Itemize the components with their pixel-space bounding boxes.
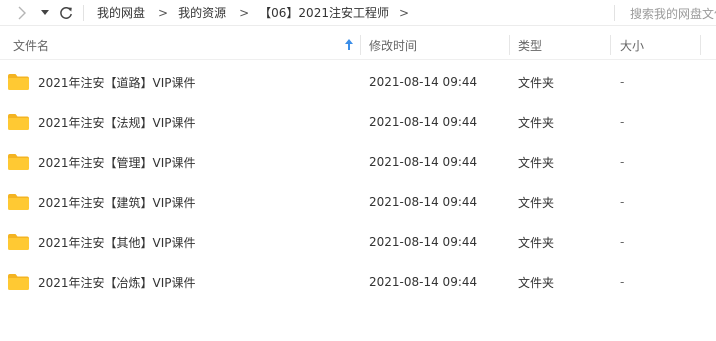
refresh-button[interactable] xyxy=(56,0,76,25)
file-list: 2021年注安【道路】VIP课件 2021-08-14 09:44 文件夹 - … xyxy=(0,62,716,302)
toolbar: 我的网盘 > 我的资源 > 【06】2021注安工程师 > 搜索我的网盘文件 xyxy=(0,0,716,26)
breadcrumb-separator[interactable]: > xyxy=(399,6,409,20)
file-type: 文件夹 xyxy=(518,235,555,250)
breadcrumb: 我的网盘 > 我的资源 > 【06】2021注安工程师 > xyxy=(97,0,419,25)
file-row[interactable]: 2021年注安【冶炼】VIP课件 2021-08-14 09:44 文件夹 - xyxy=(0,262,716,302)
file-type: 文件夹 xyxy=(518,75,555,90)
file-size: - xyxy=(620,115,625,129)
column-header-type-label: 类型 xyxy=(518,38,543,53)
file-list-header: 文件名 修改时间 类型 大小 xyxy=(0,30,716,60)
folder-icon xyxy=(8,274,29,290)
breadcrumb-item-my-drive[interactable]: 我的网盘 xyxy=(97,4,145,21)
file-row[interactable]: 2021年注安【建筑】VIP课件 2021-08-14 09:44 文件夹 - xyxy=(0,182,716,222)
search-input[interactable]: 搜索我的网盘文件 xyxy=(630,3,716,23)
file-name: 2021年注安【法规】VIP课件 xyxy=(38,115,196,130)
file-row[interactable]: 2021年注安【其他】VIP课件 2021-08-14 09:44 文件夹 - xyxy=(0,222,716,262)
column-header-size[interactable]: 大小 xyxy=(620,30,644,60)
history-dropdown-button[interactable] xyxy=(38,0,52,25)
column-divider[interactable] xyxy=(360,35,361,55)
file-modified: 2021-08-14 09:44 xyxy=(369,155,478,169)
file-name: 2021年注安【道路】VIP课件 xyxy=(38,75,196,90)
column-header-size-label: 大小 xyxy=(620,38,645,53)
file-size: - xyxy=(620,155,625,169)
file-name: 2021年注安【冶炼】VIP课件 xyxy=(38,275,196,290)
column-header-type[interactable]: 类型 xyxy=(518,30,542,60)
search-divider xyxy=(614,5,615,21)
column-divider[interactable] xyxy=(610,35,611,55)
file-size: - xyxy=(620,275,625,289)
toolbar-divider xyxy=(83,5,84,21)
chevron-right-icon xyxy=(18,6,26,19)
forward-button[interactable] xyxy=(13,0,31,25)
breadcrumb-separator: > xyxy=(158,5,169,20)
folder-icon xyxy=(8,74,29,90)
file-name: 2021年注安【其他】VIP课件 xyxy=(38,235,196,250)
column-divider[interactable] xyxy=(700,35,701,55)
column-header-name-label: 文件名 xyxy=(13,38,50,53)
folder-icon xyxy=(8,114,29,130)
file-size: - xyxy=(620,235,625,249)
file-modified: 2021-08-14 09:44 xyxy=(369,275,478,289)
breadcrumb-item-my-resources[interactable]: 我的资源 xyxy=(178,4,226,21)
file-row[interactable]: 2021年注安【管理】VIP课件 2021-08-14 09:44 文件夹 - xyxy=(0,142,716,182)
file-modified: 2021-08-14 09:44 xyxy=(369,115,478,129)
breadcrumb-item-current-folder[interactable]: 【06】2021注安工程师 xyxy=(259,4,389,21)
file-name: 2021年注安【建筑】VIP课件 xyxy=(38,195,196,210)
file-modified: 2021-08-14 09:44 xyxy=(369,235,478,249)
folder-icon xyxy=(8,154,29,170)
file-type: 文件夹 xyxy=(518,275,555,290)
column-header-modified-label: 修改时间 xyxy=(369,38,418,53)
file-type: 文件夹 xyxy=(518,115,555,130)
column-divider[interactable] xyxy=(509,35,510,55)
folder-icon xyxy=(8,194,29,210)
breadcrumb-separator: > xyxy=(239,5,250,20)
file-name: 2021年注安【管理】VIP课件 xyxy=(38,155,196,170)
file-row[interactable]: 2021年注安【法规】VIP课件 2021-08-14 09:44 文件夹 - xyxy=(0,102,716,142)
caret-down-icon xyxy=(41,9,49,15)
file-row[interactable]: 2021年注安【道路】VIP课件 2021-08-14 09:44 文件夹 - xyxy=(0,62,716,102)
file-size: - xyxy=(620,75,625,89)
sort-ascending-icon[interactable] xyxy=(345,39,353,51)
column-header-modified[interactable]: 修改时间 xyxy=(369,30,417,60)
file-type: 文件夹 xyxy=(518,155,555,170)
file-type: 文件夹 xyxy=(518,195,555,210)
file-size: - xyxy=(620,195,625,209)
refresh-icon xyxy=(60,6,72,19)
file-modified: 2021-08-14 09:44 xyxy=(369,75,478,89)
folder-icon xyxy=(8,234,29,250)
column-header-name[interactable]: 文件名 xyxy=(13,30,358,60)
file-modified: 2021-08-14 09:44 xyxy=(369,195,478,209)
